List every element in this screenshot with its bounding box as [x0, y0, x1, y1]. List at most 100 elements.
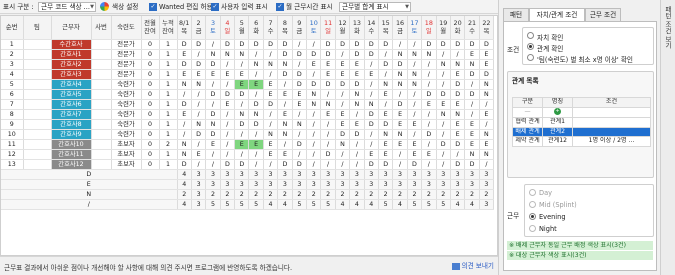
shift-cell[interactable]: /: [407, 99, 423, 110]
shift-cell[interactable]: E: [479, 109, 495, 120]
shift-cell[interactable]: /: [234, 129, 250, 140]
col-prev-remaining[interactable]: 전월 잔여: [141, 16, 160, 40]
shift-cell[interactable]: /: [479, 99, 495, 110]
row-acc-remaining[interactable]: 1: [159, 39, 178, 50]
row-skill[interactable]: 숙련가: [111, 129, 142, 140]
row-team[interactable]: [23, 109, 52, 120]
shift-cell[interactable]: /: [205, 99, 221, 110]
table-row[interactable]: 2 간호사1 전문가 0 1 E / N N N / / D D D D / D D / N N N / / E E: [1, 49, 495, 60]
shift-cell[interactable]: E: [450, 99, 466, 110]
shift-cell[interactable]: /: [191, 139, 207, 150]
shift-cell[interactable]: D: [292, 69, 308, 80]
shift-cell[interactable]: D: [205, 59, 221, 70]
shift-cell[interactable]: D: [292, 139, 308, 150]
shift-cell[interactable]: E: [407, 149, 423, 160]
shift-cell[interactable]: /: [407, 39, 423, 50]
shift-cell[interactable]: /: [407, 129, 423, 140]
shift-cell[interactable]: /: [320, 119, 336, 130]
shift-cell[interactable]: N: [479, 129, 495, 140]
shift-cell[interactable]: E: [479, 59, 495, 70]
table-row[interactable]: 7 간호사6 숙련가 0 1 D / / E / D D / E N N / N N / D / E E E / /: [1, 99, 495, 110]
row-acc-remaining[interactable]: 1: [159, 89, 178, 100]
col-empno[interactable]: 사번: [91, 16, 112, 40]
shift-cell[interactable]: /: [335, 89, 351, 100]
shift-cell[interactable]: E: [364, 69, 379, 80]
shift-cell[interactable]: /: [436, 49, 451, 60]
row-team[interactable]: [23, 89, 52, 100]
shift-cell[interactable]: D: [277, 69, 293, 80]
shift-cell[interactable]: /: [364, 129, 379, 140]
row-prev-remaining[interactable]: 0: [141, 139, 160, 150]
shift-cell[interactable]: /: [248, 49, 264, 60]
day-header[interactable]: 20 화: [450, 16, 466, 40]
day-header[interactable]: 3토: [205, 16, 221, 40]
shift-cell[interactable]: /: [263, 159, 279, 170]
shift-cell[interactable]: /: [263, 69, 279, 80]
shift-cell[interactable]: N: [479, 149, 495, 160]
shift-cell[interactable]: /: [292, 149, 308, 160]
shift-cell[interactable]: /: [407, 109, 423, 120]
shift-cell[interactable]: N: [320, 99, 336, 110]
row-empno[interactable]: [91, 89, 112, 100]
relation-row[interactable]: 협력 관계 관계1: [512, 117, 651, 128]
shift-cell[interactable]: N: [306, 99, 322, 110]
shift-cell[interactable]: N: [220, 49, 236, 60]
shift-cell[interactable]: N: [392, 49, 408, 60]
shift-cell[interactable]: /: [292, 39, 308, 50]
shift-cell[interactable]: /: [234, 99, 250, 110]
row-prev-remaining[interactable]: 0: [141, 129, 160, 140]
shift-cell[interactable]: E: [234, 139, 250, 150]
row-worker-name[interactable]: 간호사9: [51, 129, 92, 140]
row-empno[interactable]: [91, 99, 112, 110]
row-acc-remaining[interactable]: 1: [159, 109, 178, 120]
shift-cell[interactable]: N: [464, 59, 480, 70]
shift-cell[interactable]: E: [436, 99, 451, 110]
row-skill[interactable]: 숙련가: [111, 79, 142, 90]
shift-cell[interactable]: D: [364, 49, 379, 60]
shift-cell[interactable]: D: [364, 119, 379, 130]
shift-cell[interactable]: E: [464, 139, 480, 150]
shift-cell[interactable]: /: [306, 109, 322, 120]
day-header[interactable]: 15 목: [378, 16, 394, 40]
shift-cell[interactable]: D: [450, 39, 466, 50]
shift-cell[interactable]: N: [191, 119, 207, 130]
shift-cell[interactable]: D: [234, 159, 250, 170]
shift-cell[interactable]: E: [277, 109, 293, 120]
shift-cell[interactable]: /: [392, 39, 408, 50]
table-row[interactable]: 4 간호사3 전문가 0 1 E E E E E / / D D / E E E E / N N / / E D D: [1, 69, 495, 80]
row-prev-remaining[interactable]: 0: [141, 79, 160, 90]
shift-cell[interactable]: D: [450, 89, 466, 100]
shift-cell[interactable]: /: [436, 69, 451, 80]
row-prev-remaining[interactable]: 0: [141, 39, 160, 50]
shift-cell[interactable]: D: [320, 39, 336, 50]
shift-cell[interactable]: E: [479, 139, 495, 150]
row-worker-name[interactable]: 간호사5: [51, 89, 92, 100]
shift-cell[interactable]: N: [392, 129, 408, 140]
col-team[interactable]: 팀: [23, 16, 52, 40]
row-empno[interactable]: [91, 79, 112, 90]
shift-cell[interactable]: /: [292, 59, 308, 70]
shift-cell[interactable]: E: [364, 149, 379, 160]
shift-cell[interactable]: E: [349, 59, 365, 70]
row-empno[interactable]: [91, 129, 112, 140]
shift-cell[interactable]: D: [335, 129, 351, 140]
row-team[interactable]: [23, 129, 52, 140]
shift-cell[interactable]: E: [248, 139, 264, 150]
shift-cell[interactable]: E: [320, 59, 336, 70]
shift-cell[interactable]: /: [464, 99, 480, 110]
shift-cell[interactable]: /: [464, 109, 480, 120]
user-input-checkbox[interactable]: ✓: [211, 3, 219, 11]
shift-cell[interactable]: D: [248, 39, 264, 50]
shift-cell[interactable]: D: [248, 99, 264, 110]
shift-cell[interactable]: E: [292, 89, 308, 100]
shift-cell[interactable]: /: [191, 109, 207, 120]
shift-cell[interactable]: /: [220, 129, 236, 140]
shift-cell[interactable]: N: [450, 109, 466, 120]
shift-cell[interactable]: /: [479, 119, 495, 130]
shift-cell[interactable]: /: [436, 119, 451, 130]
day-header[interactable]: 2금: [191, 16, 207, 40]
row-empno[interactable]: [91, 109, 112, 120]
day-header[interactable]: 17 토: [407, 16, 423, 40]
row-prev-remaining[interactable]: 0: [141, 109, 160, 120]
shift-cell[interactable]: /: [464, 79, 480, 90]
